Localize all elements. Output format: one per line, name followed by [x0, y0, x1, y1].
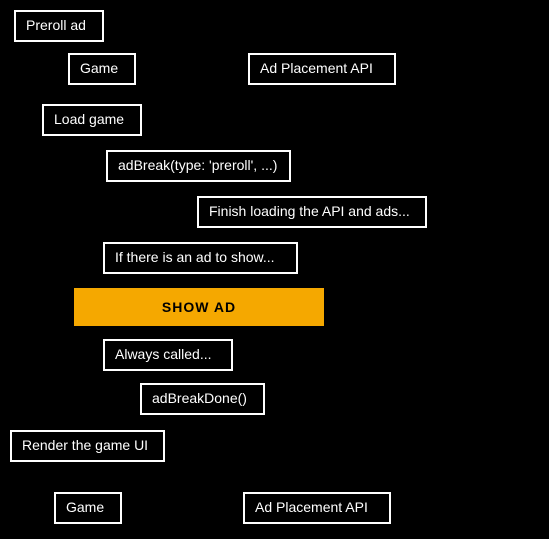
adbreak-done-box: adBreakDone()	[140, 383, 265, 415]
always-called-label: Always called...	[115, 346, 211, 362]
ad-placement-api-bottom-label: Ad Placement API	[255, 499, 368, 515]
game-top-label: Game	[80, 60, 118, 76]
load-game-box: Load game	[42, 104, 142, 136]
adbreak-preroll-label: adBreak(type: 'preroll', ...)	[118, 157, 277, 173]
if-ad-to-show-label: If there is an ad to show...	[115, 249, 275, 265]
ad-placement-api-top-label: Ad Placement API	[260, 60, 373, 76]
game-bottom-box: Game	[54, 492, 122, 524]
game-top-box: Game	[68, 53, 136, 85]
show-ad-label: SHOW AD	[162, 299, 236, 315]
adbreak-done-label: adBreakDone()	[152, 390, 247, 406]
finish-loading-box: Finish loading the API and ads...	[197, 196, 427, 228]
always-called-box: Always called...	[103, 339, 233, 371]
ad-placement-api-bottom-box: Ad Placement API	[243, 492, 391, 524]
render-game-ui-label: Render the game UI	[22, 437, 148, 453]
preroll-ad-box: Preroll ad	[14, 10, 104, 42]
show-ad-box: SHOW AD	[74, 288, 324, 326]
preroll-ad-label: Preroll ad	[26, 17, 86, 33]
load-game-label: Load game	[54, 111, 124, 127]
game-bottom-label: Game	[66, 499, 104, 515]
adbreak-preroll-box: adBreak(type: 'preroll', ...)	[106, 150, 291, 182]
if-ad-to-show-box: If there is an ad to show...	[103, 242, 298, 274]
ad-placement-api-top-box: Ad Placement API	[248, 53, 396, 85]
render-game-ui-box: Render the game UI	[10, 430, 165, 462]
finish-loading-label: Finish loading the API and ads...	[209, 203, 410, 219]
